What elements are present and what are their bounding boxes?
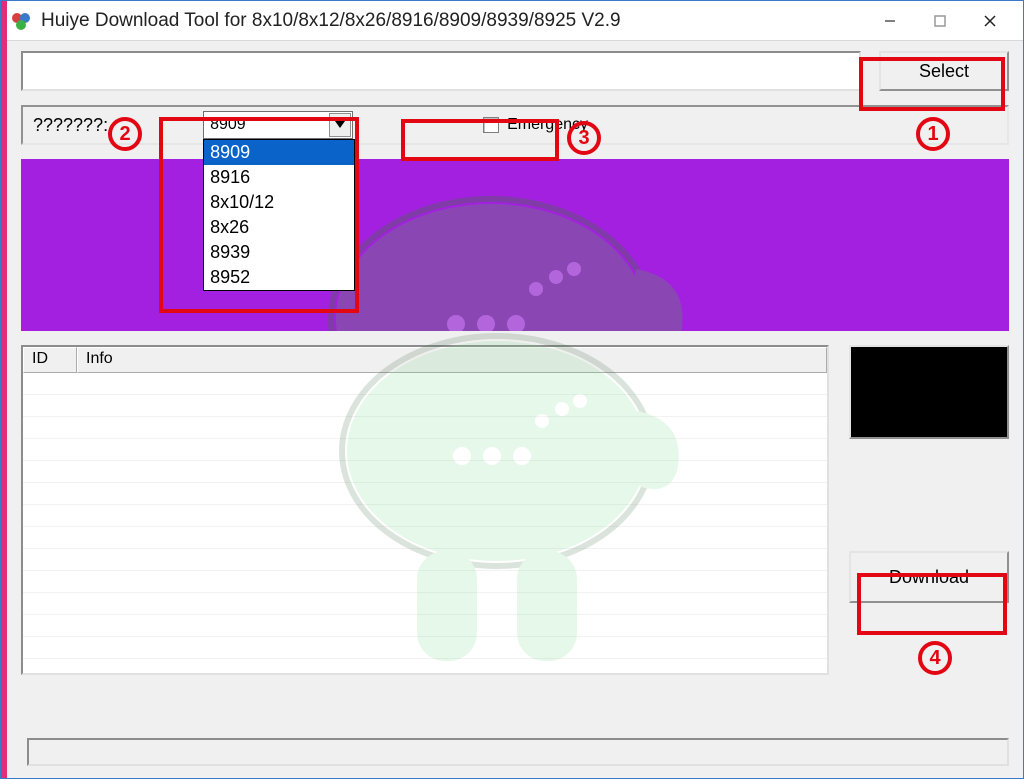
chipset-label: ???????: — [33, 115, 108, 136]
file-row: Select — [21, 51, 1009, 91]
close-button[interactable] — [965, 1, 1015, 40]
chipset-option[interactable]: 8x26 — [204, 215, 354, 240]
chevron-down-icon[interactable] — [329, 113, 351, 137]
column-info[interactable]: Info — [77, 347, 827, 373]
chipset-dropdown-list: 8909 8916 8x10/12 8x26 8939 8952 — [203, 139, 355, 291]
emergency-row: Emergency — [483, 116, 588, 134]
emergency-checkbox[interactable] — [483, 117, 499, 133]
maximize-button[interactable] — [915, 1, 965, 40]
chipset-option[interactable]: 8x10/12 — [204, 190, 354, 215]
right-column: Download — [849, 345, 1009, 675]
chipset-option[interactable]: 8939 — [204, 240, 354, 265]
chipset-option[interactable]: 8952 — [204, 265, 354, 290]
lower-area: ID Info Download — [21, 345, 1009, 675]
banner-area — [21, 159, 1009, 331]
app-window: Huiye Download Tool for 8x10/8x12/8x26/8… — [0, 0, 1024, 779]
column-id[interactable]: ID — [23, 347, 77, 373]
chipset-combobox-value: 8909 — [210, 116, 246, 134]
listview-header: ID Info — [23, 347, 827, 373]
client-area: Select ???????: 8909 8909 8916 8x10/12 8… — [7, 41, 1023, 778]
minimize-button[interactable] — [865, 1, 915, 40]
listview-rows — [23, 373, 827, 673]
chipset-option[interactable]: 8916 — [204, 165, 354, 190]
preview-box — [849, 345, 1009, 439]
emergency-label: Emergency — [507, 116, 588, 134]
chipset-combobox[interactable]: 8909 8909 8916 8x10/12 8x26 8939 8952 — [203, 111, 353, 139]
download-button[interactable]: Download — [849, 551, 1009, 603]
app-icon — [11, 11, 31, 31]
titlebar: Huiye Download Tool for 8x10/8x12/8x26/8… — [1, 1, 1023, 41]
firmware-path-input[interactable] — [21, 51, 861, 91]
window-controls — [865, 1, 1015, 40]
window-title: Huiye Download Tool for 8x10/8x12/8x26/8… — [41, 10, 865, 32]
select-button[interactable]: Select — [879, 51, 1009, 91]
status-bar — [27, 738, 1009, 766]
chipset-option[interactable]: 8909 — [204, 140, 354, 165]
log-listview[interactable]: ID Info — [21, 345, 829, 675]
options-panel: ???????: 8909 8909 8916 8x10/12 8x26 893… — [21, 105, 1009, 145]
